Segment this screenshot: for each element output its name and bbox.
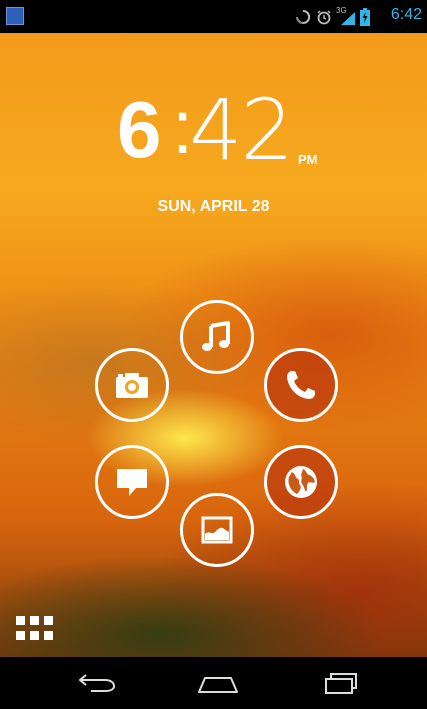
- gallery-icon: [201, 516, 233, 544]
- phone-icon: [287, 371, 315, 399]
- status-time: 6:42: [390, 6, 422, 23]
- recents-button[interactable]: [305, 663, 375, 703]
- clock-ampm: PM: [298, 152, 318, 167]
- gallery-button[interactable]: [180, 493, 254, 567]
- lockscreen: 3G 6:42 6 : 42 PM SUN, APRIL 28: [0, 0, 427, 709]
- status-bar: 3G 6:42: [0, 0, 427, 33]
- recents-icon: [325, 673, 357, 694]
- camera-button[interactable]: [95, 348, 169, 422]
- sync-icon: [296, 9, 311, 24]
- app-drawer-icon[interactable]: [16, 616, 60, 644]
- notification-icon[interactable]: [6, 7, 24, 25]
- clock-minutes: 42: [189, 81, 294, 179]
- messaging-button[interactable]: [95, 445, 169, 519]
- browser-button[interactable]: [264, 445, 338, 519]
- home-button[interactable]: [183, 663, 253, 703]
- browser-icon: [285, 466, 317, 498]
- date-label: SUN, APRIL 28: [157, 198, 270, 215]
- home-icon: [198, 677, 238, 693]
- camera-icon: [116, 373, 148, 398]
- navigation-bar: [0, 657, 427, 709]
- clock-hour: 6: [117, 85, 162, 174]
- music-icon: [202, 321, 230, 351]
- music-button[interactable]: [180, 300, 254, 374]
- phone-button[interactable]: [264, 348, 338, 422]
- back-icon: [79, 674, 116, 692]
- messaging-icon: [117, 469, 147, 496]
- back-button[interactable]: [62, 663, 132, 703]
- signal-icon: [341, 12, 355, 25]
- alarm-icon: [317, 10, 331, 25]
- battery-icon: [360, 8, 370, 26]
